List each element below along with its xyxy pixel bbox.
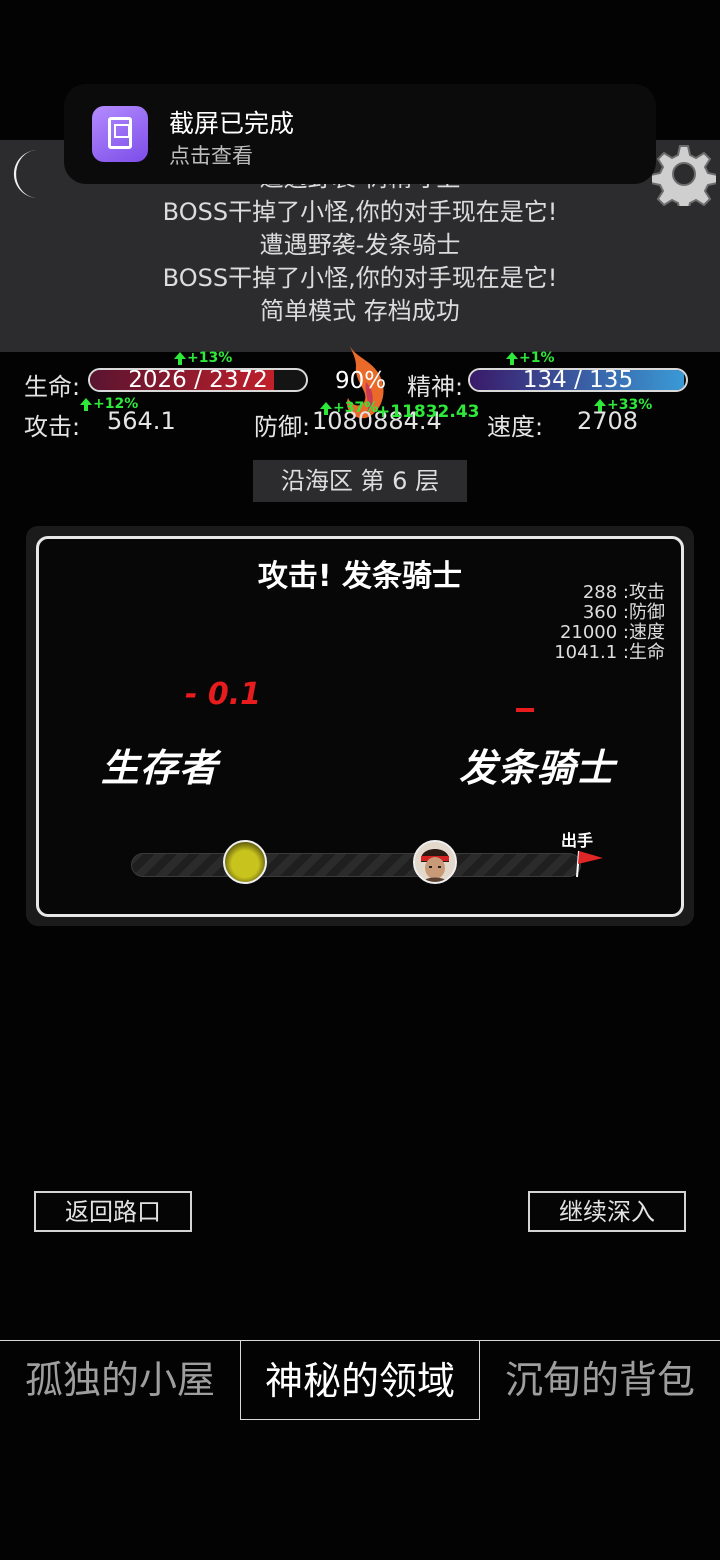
mp-bar: 134 / 135 bbox=[468, 368, 688, 392]
attack-label: 攻击: bbox=[24, 413, 81, 441]
battle-panel: 攻击! 发条骑士 288 :攻击 360 :防御 21000 :速度 1041.… bbox=[36, 536, 684, 917]
log-line: 遭遇野袭-发条骑士 bbox=[259, 231, 461, 259]
defense-label: 防御: bbox=[254, 413, 311, 441]
screenshot-notification[interactable]: 截屏已完成 点击查看 bbox=[64, 84, 656, 184]
hp-bar: 2026 / 2372 bbox=[88, 368, 308, 392]
red-flag-icon bbox=[576, 850, 603, 878]
return-crossroad-button[interactable]: 返回路口 bbox=[34, 1191, 192, 1232]
hp-label: 生命: bbox=[24, 373, 81, 401]
speed-value: 2708 bbox=[577, 407, 639, 435]
mp-boost: +1% bbox=[506, 350, 555, 366]
log-line: BOSS干掉了小怪,你的对手现在是它! bbox=[162, 198, 558, 226]
moon-icon[interactable] bbox=[6, 146, 50, 202]
defense-boost: +37% bbox=[320, 400, 378, 416]
enemy-stat-hp: 1041.1 :生命 bbox=[554, 642, 665, 663]
enemy-stat-defense: 360 :防御 bbox=[582, 602, 665, 623]
enemy-damage-mark bbox=[516, 708, 534, 712]
tab-heavy-backpack[interactable]: 沉甸的背包 bbox=[480, 1340, 720, 1420]
enemy-stat-speed: 21000 :速度 bbox=[559, 622, 665, 643]
mp-label: 精神: bbox=[407, 373, 464, 401]
tab-lonely-hut[interactable]: 孤独的小屋 bbox=[0, 1340, 240, 1420]
zone-label: 沿海区 第 6 层 bbox=[253, 460, 467, 502]
tab-mysterious-realm[interactable]: 神秘的领域 bbox=[240, 1340, 480, 1420]
enemy-stats: 288 :攻击 360 :防御 21000 :速度 1041.1 :生命 bbox=[554, 583, 665, 663]
damage-popup: - 0.1 bbox=[185, 677, 262, 712]
turn-order-track bbox=[131, 853, 581, 877]
log-line: BOSS干掉了小怪,你的对手现在是它! bbox=[162, 264, 558, 292]
log-line: 简单模式 存档成功 bbox=[260, 297, 460, 325]
screenshot-app-icon bbox=[92, 106, 148, 162]
notification-title: 截屏已完成 bbox=[169, 109, 295, 138]
spirit-percent: 90% bbox=[335, 368, 387, 394]
hp-boost: +13% bbox=[174, 350, 232, 366]
bottom-tab-bar: 孤独的小屋 神秘的领域 沉甸的背包 bbox=[0, 1340, 720, 1420]
gear-icon[interactable] bbox=[652, 142, 716, 206]
speed-label: 速度: bbox=[487, 413, 544, 441]
enemy-stat-attack: 288 :攻击 bbox=[582, 582, 665, 603]
attack-value: 564.1 bbox=[107, 407, 176, 435]
enemy-avatar-token bbox=[413, 840, 457, 884]
player-avatar-token bbox=[223, 840, 267, 884]
enemy-name: 发条骑士 bbox=[459, 746, 616, 790]
enemy-face-icon bbox=[415, 842, 455, 882]
turn-label: 出手 bbox=[561, 831, 594, 850]
player-name: 生存者 bbox=[101, 746, 219, 790]
mp-value: 134 / 135 bbox=[522, 368, 634, 392]
defense-extra: +11832.43 bbox=[376, 402, 480, 422]
hp-value: 2026 / 2372 bbox=[128, 368, 268, 392]
notification-subtitle: 点击查看 bbox=[169, 144, 253, 168]
continue-deeper-button[interactable]: 继续深入 bbox=[528, 1191, 686, 1232]
